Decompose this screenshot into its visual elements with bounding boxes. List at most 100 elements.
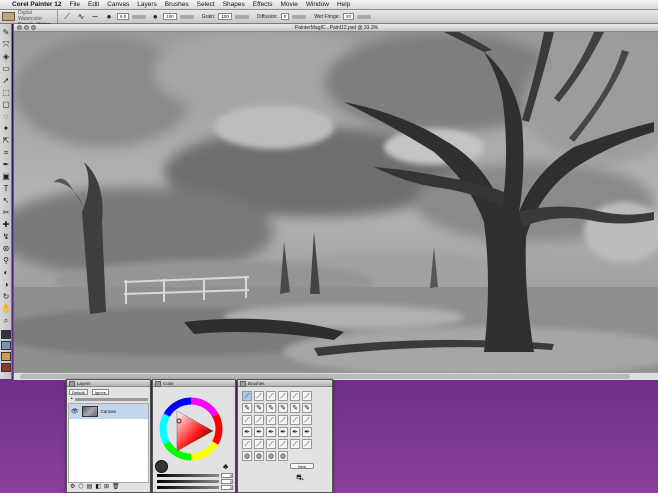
brush-variant-icon[interactable]: ✒ <box>242 427 252 437</box>
color-slider-1[interactable] <box>157 473 219 477</box>
brush-variant-icon[interactable]: ✎ <box>278 403 288 413</box>
stroke-type-icon[interactable]: ∿ <box>76 12 86 22</box>
rubber-stamp-tool-icon[interactable]: ⚲ <box>1 256 11 266</box>
divine-proportion-tool-icon[interactable]: ↯ <box>1 232 11 242</box>
color-slider-3[interactable] <box>157 485 219 489</box>
brush-variant-icon[interactable]: ⟋ <box>242 391 252 401</box>
brush-variant-icon[interactable]: ⟋ <box>290 391 300 401</box>
layer-row-canvas[interactable]: 👁 Canvas <box>69 404 148 419</box>
cloner-tool-icon[interactable]: ⊛ <box>1 244 11 254</box>
brush-variant-icon[interactable]: ⟋ <box>254 391 264 401</box>
brush-variant-icon[interactable]: ⟋ <box>278 391 288 401</box>
pattern-swatch[interactable] <box>1 363 11 372</box>
create-mask-icon[interactable]: ◧ <box>95 483 101 491</box>
layer-opacity-slider[interactable] <box>75 398 148 401</box>
brush-variant-icon[interactable]: ✎ <box>242 403 252 413</box>
grain-field[interactable]: 100 <box>218 13 232 20</box>
grabber-tool-icon[interactable]: ✋ <box>1 304 11 314</box>
selection-adjuster-tool-icon[interactable]: ⇱ <box>1 136 11 146</box>
brush-variant-icon[interactable]: ✒ <box>254 427 264 437</box>
scissors-tool-icon[interactable]: ✂ <box>1 208 11 218</box>
magnifier-tool-icon[interactable]: ⌕ <box>1 316 11 326</box>
brush-variant-icon[interactable]: ⟋ <box>302 391 312 401</box>
hue-ring[interactable] <box>159 397 223 461</box>
brush-variant-icon[interactable]: ⟋ <box>278 415 288 425</box>
brush-variant-icon[interactable]: ✒ <box>278 427 288 437</box>
text-tool-icon[interactable]: T <box>1 184 11 194</box>
brushes-panel-title[interactable]: Brushes <box>238 380 332 387</box>
menu-edit[interactable]: Edit <box>88 1 99 8</box>
menu-brushes[interactable]: Brushes <box>165 1 189 8</box>
brush-variant-icon[interactable]: ⟋ <box>242 439 252 449</box>
brush-variant-icon[interactable]: ✒ <box>302 427 312 437</box>
brush-variant-icon[interactable]: ⟋ <box>266 391 276 401</box>
brush-variant-icon[interactable]: ✎ <box>266 403 276 413</box>
brush-variant-icon[interactable]: ⟋ <box>290 415 300 425</box>
delete-layer-icon[interactable]: 🗑 <box>112 483 120 491</box>
dynamic-plugins-icon[interactable]: ⬡ <box>78 483 83 491</box>
brush-variant-icon[interactable]: ✎ <box>302 403 312 413</box>
shape-selection-tool-icon[interactable]: ↖ <box>1 196 11 206</box>
menu-file[interactable]: File <box>70 1 80 8</box>
zoom-window-button[interactable] <box>31 25 36 30</box>
menu-app-name[interactable]: Corel Painter 12 <box>12 1 62 8</box>
transform-tool-icon[interactable]: ⬚ <box>1 88 11 98</box>
color-slider-3-value[interactable]: 0 <box>221 484 233 490</box>
crop-tool-icon[interactable]: ⌗ <box>1 148 11 158</box>
brush-variant-icon[interactable]: ⟋ <box>302 415 312 425</box>
eraser-tool-icon[interactable]: ▭ <box>1 64 11 74</box>
diffusion-slider[interactable] <box>292 14 307 19</box>
rectangular-selection-tool-icon[interactable]: ▢ <box>1 100 11 110</box>
menu-layers[interactable]: Layers <box>137 1 157 8</box>
menu-movie[interactable]: Movie <box>281 1 298 8</box>
color-wheel[interactable] <box>159 397 223 461</box>
visibility-eye-icon[interactable]: 👁 <box>71 408 79 415</box>
menu-help[interactable]: Help <box>337 1 350 8</box>
brush-variant-icon[interactable]: ⟋ <box>266 439 276 449</box>
brush-variant-icon[interactable]: ✎ <box>254 403 264 413</box>
menu-shapes[interactable]: Shapes <box>223 1 245 8</box>
add-point-tool-icon[interactable]: ✚ <box>1 220 11 230</box>
wet-fringe-field[interactable]: 20 <box>342 13 354 20</box>
layer-adjuster-tool-icon[interactable]: ➚ <box>1 76 11 86</box>
color-set-icon[interactable]: ♣ <box>223 462 228 471</box>
composite-method-dropdown[interactable]: Default <box>69 388 88 395</box>
brush-variant-icon[interactable]: ✒ <box>290 427 300 437</box>
brush-variant-icon[interactable]: ◍ <box>266 451 276 461</box>
brush-variant-icon[interactable]: ⟋ <box>266 415 276 425</box>
additional-color-swatch[interactable] <box>1 341 11 350</box>
dodge-tool-icon[interactable]: ◐ <box>1 268 11 278</box>
menu-select[interactable]: Select <box>197 1 215 8</box>
color-slider-1-value[interactable]: 0 <box>221 472 233 478</box>
size-field[interactable]: 6.0 <box>117 13 130 20</box>
diffusion-field[interactable]: 0 <box>280 13 290 20</box>
paint-bucket-tool-icon[interactable]: ◈ <box>1 52 11 62</box>
layer-commands-icon[interactable]: ⚙ <box>70 483 75 491</box>
document-title-bar[interactable]: PainterMagIC...Paint12.psd @ 33.3% <box>14 24 658 32</box>
new-layer-icon[interactable]: ⊞ <box>104 483 109 491</box>
dropper-tool-icon[interactable]: ⤧ <box>1 40 11 50</box>
opacity-slider[interactable] <box>179 14 194 19</box>
brush-variant-icon[interactable]: ◍ <box>254 451 264 461</box>
menu-window[interactable]: Window <box>306 1 329 8</box>
brush-variant-icon[interactable]: ⟋ <box>254 439 264 449</box>
menu-effects[interactable]: Effects <box>253 1 273 8</box>
brush-selector[interactable]: Digital Watercolor Simple Water <box>0 10 58 28</box>
close-window-button[interactable] <box>17 25 22 30</box>
size-slider[interactable] <box>132 14 147 19</box>
painting-canvas[interactable] <box>14 32 658 372</box>
burn-tool-icon[interactable]: ◑ <box>1 280 11 290</box>
brush-variant-icon[interactable]: ⟋ <box>278 439 288 449</box>
brush-variant-icon[interactable]: ✒ <box>266 427 276 437</box>
grain-slider[interactable] <box>234 14 249 19</box>
composite-depth-dropdown[interactable]: Ignore <box>91 388 110 395</box>
menu-canvas[interactable]: Canvas <box>107 1 129 8</box>
wet-fringe-slider[interactable] <box>356 14 371 19</box>
brush-dab-icon[interactable]: ⟋ <box>62 12 72 22</box>
pen-tool-icon[interactable]: ✒ <box>1 160 11 170</box>
brush-variant-icon[interactable]: ◍ <box>242 451 252 461</box>
brush-variant-icon[interactable]: ✎ <box>290 403 300 413</box>
brush-variant-icon[interactable]: ⟋ <box>254 415 264 425</box>
brush-variant-icon[interactable]: ◍ <box>278 451 288 461</box>
new-layer-group-icon[interactable]: ▤ <box>87 483 93 491</box>
